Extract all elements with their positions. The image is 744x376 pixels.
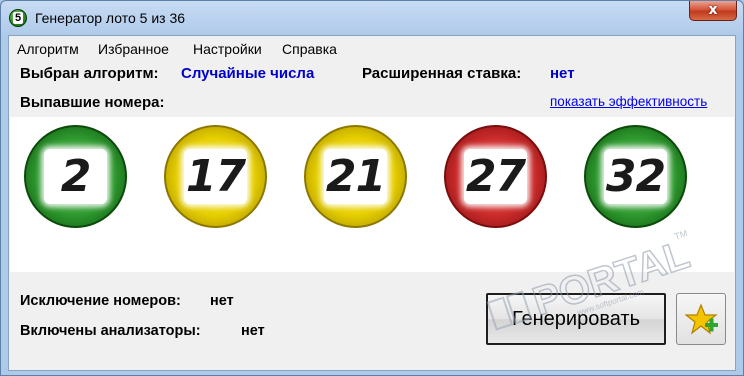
exclusion-label: Исключение номеров: xyxy=(20,293,181,309)
add-favorite-button[interactable] xyxy=(676,293,726,345)
lotto-ball: 32 xyxy=(584,125,687,228)
main-window: 5 Генератор лото 5 из 36 x Алгоритм Избр… xyxy=(0,0,744,376)
ball-number: 17 xyxy=(185,151,246,202)
exclusion-value: нет xyxy=(210,293,234,309)
extended-bet-value: нет xyxy=(550,65,575,82)
title-bar[interactable]: 5 Генератор лото 5 из 36 x xyxy=(1,1,743,35)
show-efficiency-link[interactable]: показать эффективность xyxy=(550,94,707,109)
lotto-ball: 2 xyxy=(24,125,127,228)
generate-button[interactable]: Генерировать xyxy=(486,293,666,345)
ball-plate: 17 xyxy=(184,149,247,204)
algorithm-label: Выбран алгоритм: xyxy=(20,65,159,82)
ball-plate: 2 xyxy=(44,149,107,204)
menu-bar: Алгоритм Избранное Настройки Справка xyxy=(9,36,735,60)
star-add-icon xyxy=(685,303,718,335)
ball-number: 21 xyxy=(325,151,386,202)
extended-bet-label: Расширенная ставка: xyxy=(362,65,522,82)
lotto-ball-icon[interactable]: 5 xyxy=(9,9,27,27)
ball-plate: 32 xyxy=(604,149,667,204)
ball-plate: 27 xyxy=(464,149,527,204)
analyzers-label: Включены анализаторы: xyxy=(20,323,201,339)
menu-settings[interactable]: Настройки xyxy=(193,41,262,57)
algorithm-value: Случайные числа xyxy=(181,65,315,82)
close-icon: x xyxy=(708,2,718,18)
ball-number: 27 xyxy=(465,151,526,202)
menu-algorithm[interactable]: Алгоритм xyxy=(17,41,79,57)
lotto-ball: 27 xyxy=(444,125,547,228)
close-button[interactable]: x xyxy=(689,1,737,21)
balls-panel: 2 17 21 27 32 xyxy=(10,117,734,272)
drawn-numbers-label: Выпавшие номера: xyxy=(20,94,165,111)
analyzers-value: нет xyxy=(241,323,265,339)
lotto-ball: 21 xyxy=(304,125,407,228)
ball-number: 32 xyxy=(605,151,666,202)
ball-number: 2 xyxy=(60,151,92,202)
lotto-ball: 17 xyxy=(164,125,267,228)
client-area: Алгоритм Избранное Настройки Справка Выб… xyxy=(8,35,736,371)
menu-favorites[interactable]: Избранное xyxy=(98,41,169,57)
ball-plate: 21 xyxy=(324,149,387,204)
menu-help[interactable]: Справка xyxy=(282,41,337,57)
window-title: Генератор лото 5 из 36 xyxy=(35,10,186,26)
